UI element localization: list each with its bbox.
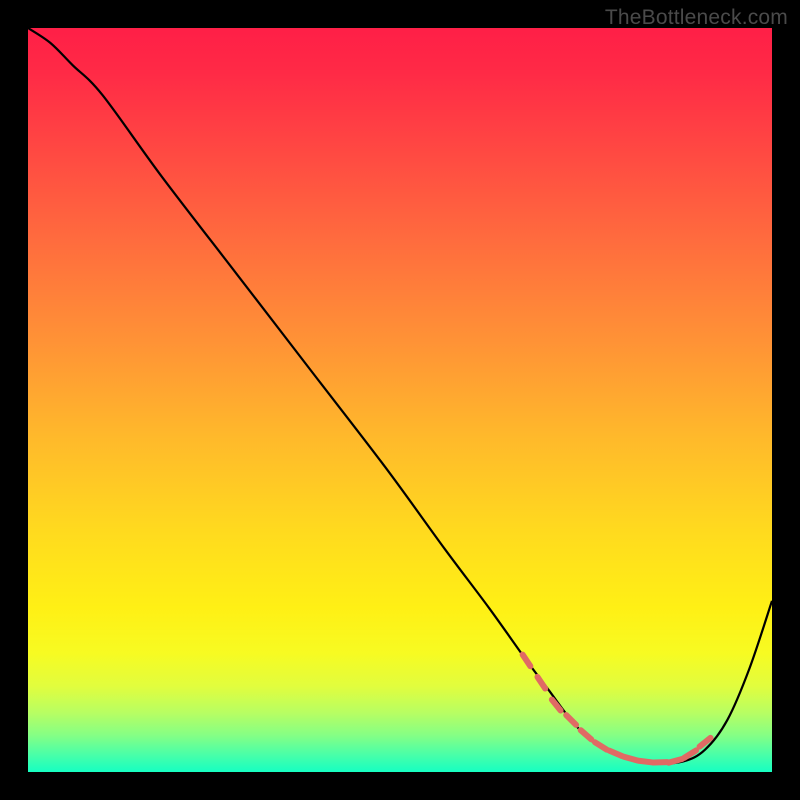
chart-plot-area [28,28,772,772]
watermark-text: TheBottleneck.com [605,6,788,30]
sweet-spot-marker [624,757,638,761]
chart-svg [28,28,772,772]
sweet-spot-marker [639,761,653,763]
chart-frame: TheBottleneck.com [0,0,800,800]
chart-background [28,28,772,772]
sweet-spot-marker [669,759,683,763]
